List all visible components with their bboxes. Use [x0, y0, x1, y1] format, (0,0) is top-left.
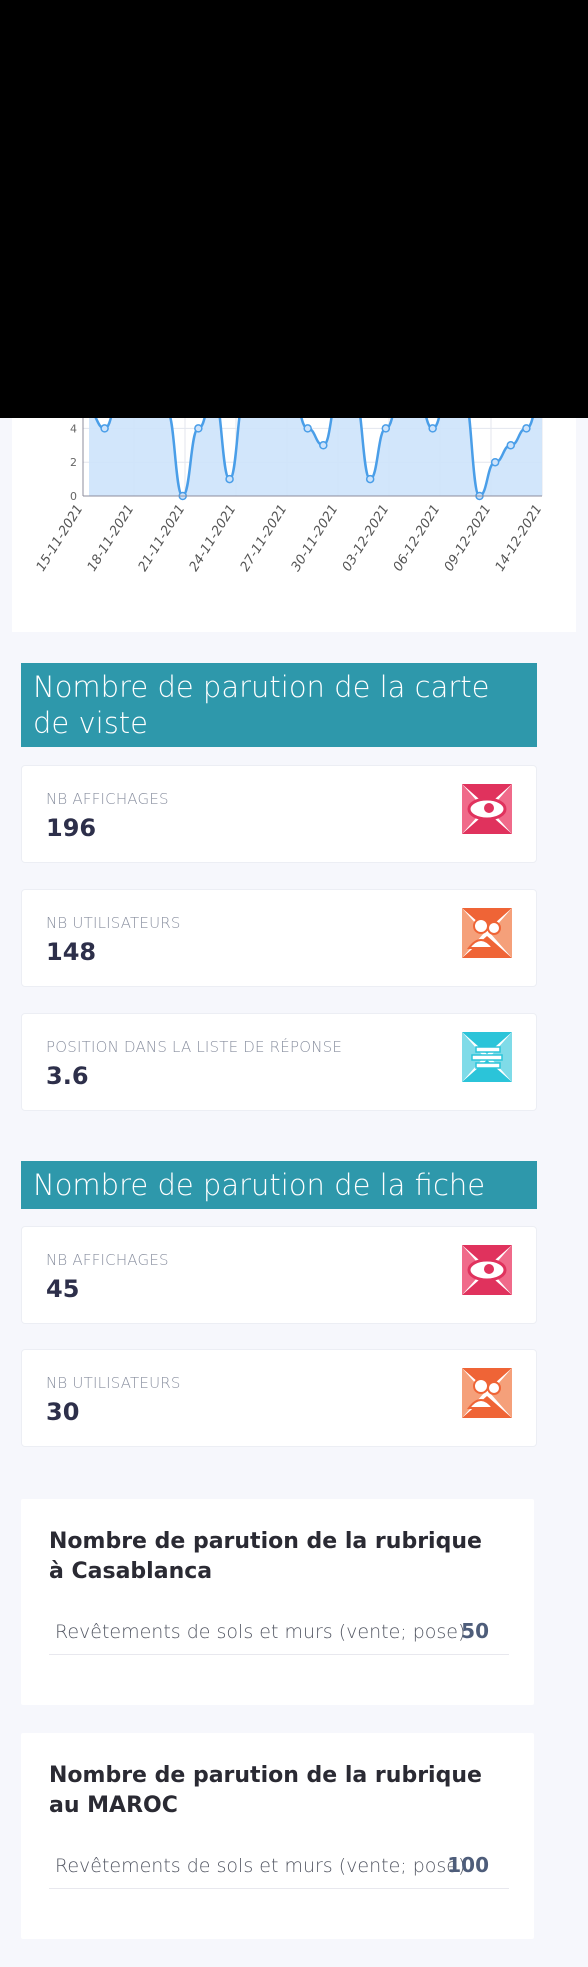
- x-tick-label: 06-12-2021: [391, 502, 444, 574]
- x-tick-label: 03-12-2021: [340, 502, 393, 574]
- carte-position-card: POSITION DANS LA LISTE DE RÉPONSE 3.6: [21, 1013, 537, 1111]
- data-point: [506, 441, 516, 450]
- stat-value: 45: [46, 1275, 80, 1303]
- rubrique-casablanca-card: Nombre de parution de la rubrique à Casa…: [21, 1499, 534, 1705]
- rubrique-row: Revêtements de sols et murs (vente; pose…: [49, 1843, 509, 1889]
- x-tick-label: 21-11-2021: [136, 502, 189, 574]
- x-tick-label: 24-11-2021: [187, 502, 240, 574]
- y-tick-label: 2: [70, 456, 77, 469]
- rubrique-count: 50: [461, 1619, 489, 1643]
- list-icon: [462, 1032, 512, 1082]
- x-tick-label: 30-11-2021: [289, 502, 342, 574]
- stat-value: 3.6: [46, 1062, 89, 1090]
- rubrique-maroc-card: Nombre de parution de la rubrique au MAR…: [21, 1733, 534, 1939]
- data-point: [522, 424, 531, 433]
- stat-label: POSITION DANS LA LISTE DE RÉPONSE: [46, 1038, 343, 1056]
- stat-label: NB UTILISATEURS: [46, 914, 181, 932]
- data-point: [194, 424, 203, 433]
- rubrique-name: Revêtements de sols et murs (vente; pose…: [55, 1855, 466, 1877]
- x-tick-label: 15-11-2021: [34, 502, 87, 574]
- rubrique-title: Nombre de parution de la rubrique au MAR…: [49, 1763, 482, 1818]
- data-point: [428, 424, 437, 433]
- x-tick-label: 09-12-2021: [442, 502, 495, 574]
- stat-value: 30: [46, 1398, 80, 1426]
- data-point: [225, 474, 234, 484]
- users-icon: [462, 908, 512, 958]
- users-icon: [462, 1368, 512, 1418]
- rubrique-count: 100: [447, 1853, 489, 1877]
- y-tick-label: 0: [70, 490, 77, 503]
- rubrique-row: Revêtements de sols et murs (vente; pose…: [49, 1609, 509, 1655]
- fiche-utilisateurs-card: NB UTILISATEURS 30: [21, 1349, 537, 1447]
- series-area: [89, 418, 542, 496]
- x-tick-label: 27-11-2021: [238, 502, 291, 574]
- carte-section-title: Nombre de parution de la carte de viste: [21, 663, 537, 747]
- eye-icon: [462, 1245, 512, 1295]
- stat-value: 196: [46, 814, 97, 842]
- x-tick-label: 14-12-2021: [493, 502, 546, 574]
- eye-icon: [462, 784, 512, 834]
- x-tick-label: 18-11-2021: [85, 502, 138, 574]
- stat-label: NB AFFICHAGES: [46, 790, 169, 808]
- stat-value: 148: [46, 938, 97, 966]
- carte-utilisateurs-card: NB UTILISATEURS 148: [21, 889, 537, 987]
- data-point: [381, 424, 391, 433]
- carte-affichages-card: NB AFFICHAGES 196: [21, 765, 537, 863]
- obscured-region: [0, 0, 588, 418]
- stat-label: NB AFFICHAGES: [46, 1251, 169, 1269]
- data-point: [490, 457, 500, 467]
- line-chart: 0 2 4 15-11-202118-11-202121-11-202124-11-2…: [34, 418, 546, 574]
- fiche-affichages-card: NB AFFICHAGES 45: [21, 1226, 537, 1324]
- chart-card: 0 2 4 15-11-2021 18-11-2021 21-11-2021 24-11-2…: [12, 418, 576, 632]
- data-point: [100, 424, 109, 433]
- data-point: [303, 424, 312, 433]
- stat-label: NB UTILISATEURS: [46, 1374, 181, 1392]
- data-point: [319, 441, 328, 450]
- rubrique-name: Revêtements de sols et murs (vente; pose…: [55, 1621, 466, 1643]
- y-tick-label: 4: [70, 422, 77, 435]
- data-point: [365, 474, 375, 484]
- fiche-section-title: Nombre de parution de la fiche: [21, 1161, 537, 1209]
- rubrique-title: Nombre de parution de la rubrique à Casa…: [49, 1529, 482, 1584]
